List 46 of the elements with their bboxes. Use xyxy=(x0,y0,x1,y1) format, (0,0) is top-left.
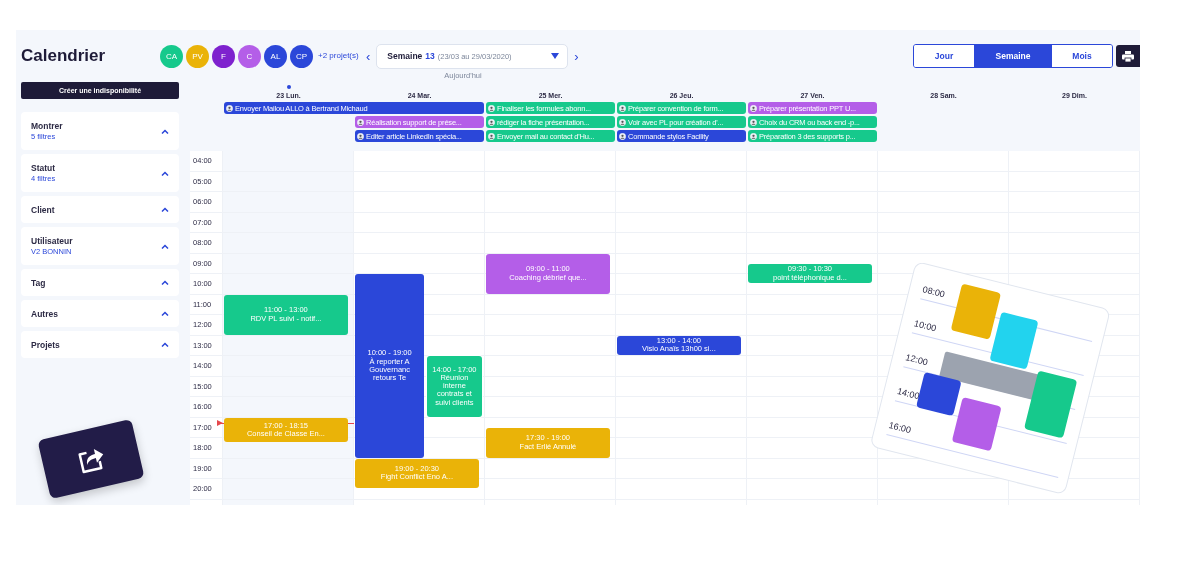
chevron-up-icon xyxy=(161,170,169,176)
user-avatar-icon xyxy=(750,104,757,112)
chevron-up-icon xyxy=(161,311,169,316)
chevron-up-icon xyxy=(161,280,169,285)
user-avatar[interactable]: AL xyxy=(264,44,287,68)
filter-title: Client xyxy=(31,204,55,215)
chevron-up-icon xyxy=(161,342,169,347)
view-tab[interactable]: Semaine xyxy=(974,45,1052,67)
user-avatar-icon xyxy=(488,132,495,140)
chevron-up-icon xyxy=(161,243,169,249)
filter-title: Utilisateur xyxy=(31,236,73,246)
page-title: Calendrier xyxy=(21,46,107,66)
user-avatar-icon xyxy=(357,118,364,126)
dropdown-caret-icon xyxy=(551,53,560,59)
previous-week-button[interactable]: ‹ xyxy=(360,48,377,64)
user-avatar[interactable]: C xyxy=(238,44,261,68)
filter-title: Statut xyxy=(31,163,56,173)
user-avatar-icon xyxy=(488,118,495,126)
week-label: Semaine xyxy=(387,51,423,61)
user-avatar-icon xyxy=(750,118,757,126)
user-avatar-icon xyxy=(357,132,364,140)
view-tab[interactable]: Jour xyxy=(914,45,974,67)
chevron-up-icon xyxy=(161,207,169,212)
chevron-up-icon xyxy=(161,128,169,134)
print-icon xyxy=(1122,50,1134,62)
user-avatar-icon xyxy=(619,118,626,126)
user-avatar-icon xyxy=(619,132,626,140)
filter-panel[interactable]: Client xyxy=(21,196,179,223)
filter-title: Projets xyxy=(31,339,60,350)
user-avatar-icon xyxy=(488,104,495,112)
filter-panel[interactable]: Tag xyxy=(21,269,179,296)
user-avatar[interactable]: CP xyxy=(290,44,313,68)
filter-title: Montrer xyxy=(31,121,63,131)
filter-panel[interactable]: Autres xyxy=(21,300,179,327)
filter-title: Tag xyxy=(31,277,46,288)
week-number: 13 xyxy=(425,51,435,61)
view-tab[interactable]: Mois xyxy=(1052,45,1112,67)
next-week-button[interactable]: › xyxy=(568,48,585,64)
more-projects-link[interactable]: +2 projet(s) xyxy=(318,52,360,60)
user-avatar-icon xyxy=(226,104,233,112)
filter-panel[interactable]: Projets xyxy=(21,331,179,358)
print-button[interactable] xyxy=(1116,45,1140,67)
user-avatar-icon xyxy=(750,132,757,140)
filter-title: Autres xyxy=(31,308,58,319)
user-avatar[interactable]: F xyxy=(212,44,235,68)
user-avatar-icon xyxy=(619,104,626,112)
